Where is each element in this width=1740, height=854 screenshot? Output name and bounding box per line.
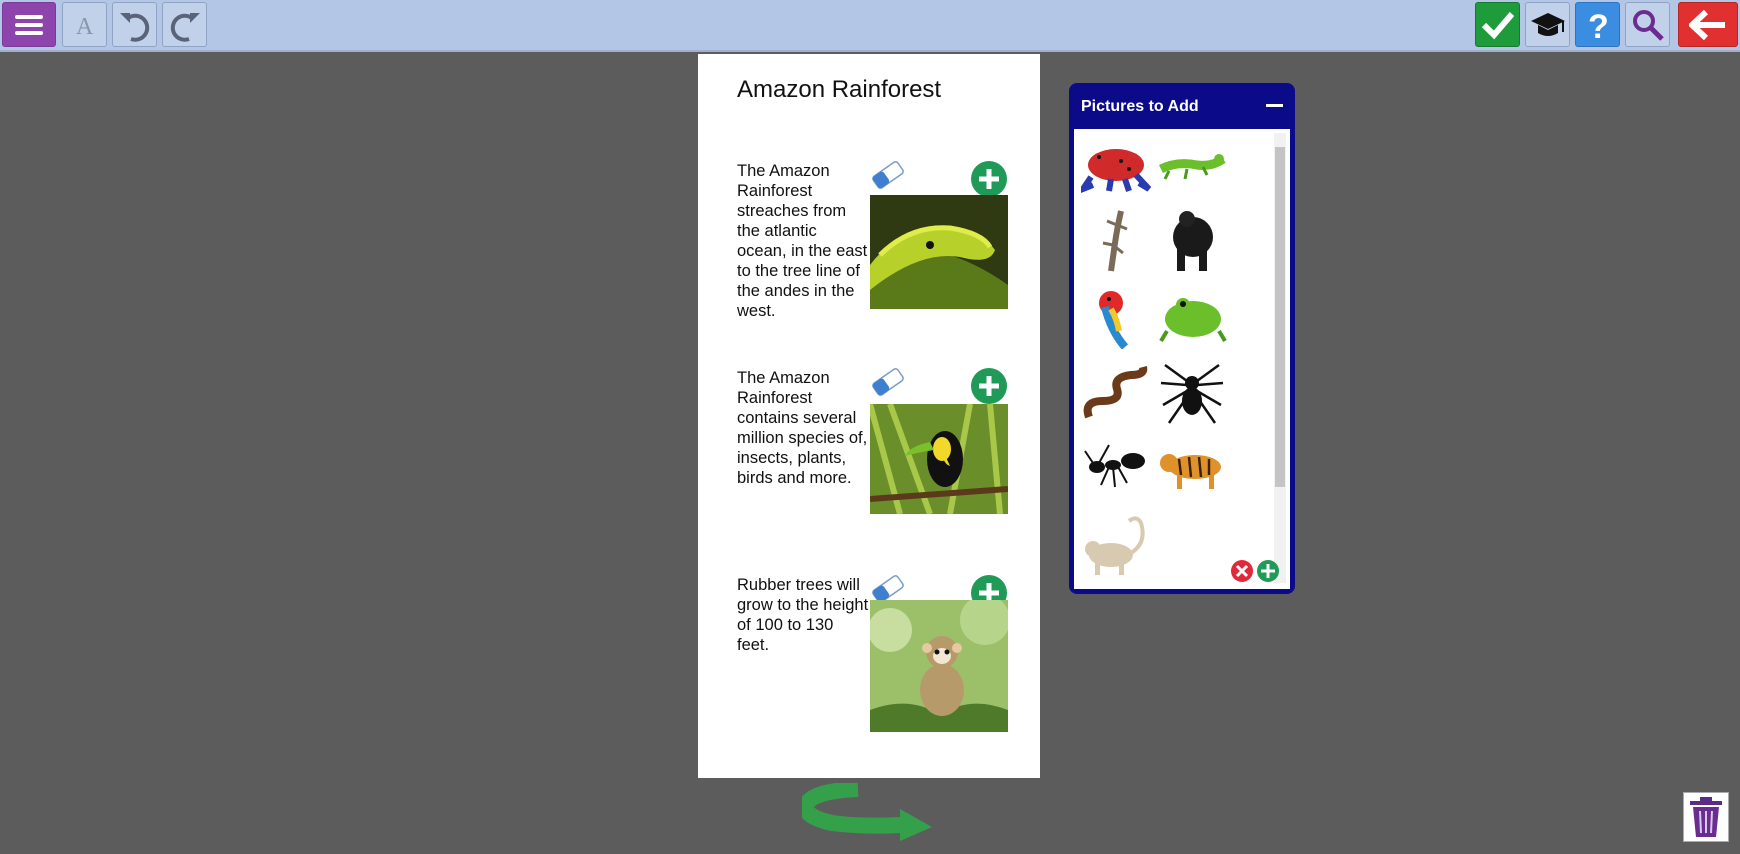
graduation-cap-icon (1530, 12, 1565, 36)
help-button[interactable]: ? (1575, 2, 1620, 47)
paragraph-1[interactable]: The Amazon Rainforest streaches from the… (737, 161, 869, 321)
search-icon (1632, 9, 1664, 41)
toolbar: A ? (0, 0, 1740, 52)
toucan-photo[interactable] (870, 404, 1008, 514)
tree-frog[interactable] (1155, 285, 1229, 349)
add-image-button-1[interactable] (970, 160, 1008, 198)
back-arrow-icon (1689, 9, 1725, 40)
trash-button[interactable] (1683, 792, 1729, 842)
snake[interactable] (1079, 361, 1153, 425)
document-page: Amazon Rainforest The Amazon Rainforest … (698, 54, 1040, 778)
panel-title: Pictures to Add (1081, 98, 1199, 115)
remove-picture-button[interactable] (1230, 559, 1254, 583)
check-button[interactable] (1475, 2, 1520, 47)
menu-button[interactable] (2, 2, 56, 47)
paragraph-3[interactable]: Rubber trees will grow to the height of … (737, 575, 869, 655)
add-icon (1257, 560, 1279, 582)
monkey[interactable] (1079, 513, 1153, 577)
undo-button[interactable] (112, 2, 157, 47)
back-button[interactable] (1678, 2, 1738, 47)
check-icon (1481, 11, 1514, 39)
monkey-photo[interactable] (870, 600, 1008, 732)
help-icon: ? (1588, 8, 1609, 43)
macaw-parrot[interactable] (1079, 285, 1153, 349)
rotate-page-button[interactable] (797, 781, 934, 843)
page-title: Amazon Rainforest (737, 76, 942, 103)
font-icon: A (76, 14, 94, 38)
add-image-button-2[interactable] (970, 367, 1008, 405)
remove-icon (1231, 560, 1253, 582)
redo-icon (170, 12, 200, 42)
spider[interactable] (1155, 361, 1229, 425)
iguana[interactable] (1155, 135, 1229, 199)
plus-icon (971, 368, 1007, 404)
undo-icon (119, 12, 149, 42)
svg-text:A: A (76, 14, 94, 38)
menu-icon (15, 14, 43, 35)
pictures-list (1074, 129, 1290, 589)
paragraph-2[interactable]: The Amazon Rainforest contains several m… (737, 368, 869, 488)
lizard[interactable] (1079, 209, 1153, 273)
plus-icon (971, 161, 1007, 197)
rotate-arrow-icon (797, 781, 932, 841)
poison-dart-frog[interactable] (1079, 135, 1153, 199)
eraser-icon (872, 161, 904, 189)
pictures-panel: Pictures to Add (1069, 83, 1295, 594)
snake-photo[interactable] (870, 195, 1008, 309)
add-picture-button[interactable] (1256, 559, 1280, 583)
learn-button[interactable] (1525, 2, 1570, 47)
panel-scrollbar[interactable] (1274, 133, 1286, 583)
scroll-thumb[interactable] (1275, 147, 1285, 487)
font-button[interactable]: A (62, 2, 107, 47)
minimize-button[interactable] (1266, 104, 1283, 107)
search-button[interactable] (1625, 2, 1670, 47)
ant[interactable] (1079, 437, 1153, 501)
svg-text:?: ? (1588, 8, 1609, 43)
gorilla[interactable] (1155, 209, 1229, 273)
redo-button[interactable] (162, 2, 207, 47)
trash-icon (1690, 797, 1722, 837)
eraser-button-2[interactable] (870, 365, 906, 399)
eraser-icon (872, 368, 904, 396)
tiger[interactable] (1155, 437, 1229, 501)
eraser-button-1[interactable] (870, 158, 906, 192)
